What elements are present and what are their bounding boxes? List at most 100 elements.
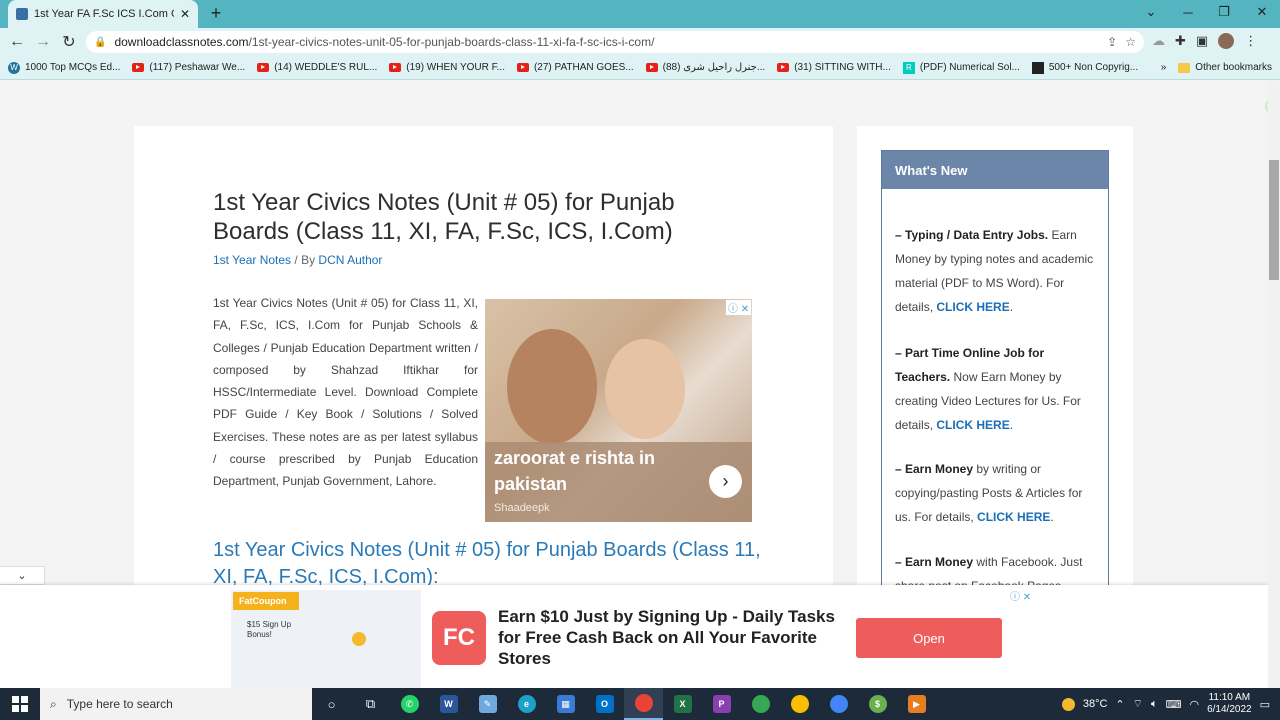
- ad-person-right: [605, 339, 685, 439]
- extensions-puzzle-icon[interactable]: ✚: [1175, 33, 1186, 49]
- close-window-icon[interactable]: ✕: [1244, 0, 1280, 24]
- bookmarks-bar: W 1000 Top MCQs Ed... (117) Peshawar We..…: [0, 56, 1280, 80]
- category-link[interactable]: 1st Year Notes: [213, 253, 291, 267]
- bookmark-star-icon[interactable]: ☆: [1125, 35, 1136, 49]
- ad-open-button[interactable]: Open: [856, 618, 1002, 658]
- cortana-icon[interactable]: ○: [312, 688, 351, 720]
- bookmark-item[interactable]: W 1000 Top MCQs Ed...: [8, 61, 120, 74]
- volume-icon[interactable]: 🔈︎: [1151, 698, 1158, 711]
- profile-avatar[interactable]: [1218, 33, 1235, 49]
- minimize-icon[interactable]: ─: [1170, 0, 1206, 24]
- bookmark-item[interactable]: R (PDF) Numerical Sol...: [902, 61, 1020, 74]
- money-app-icon[interactable]: $: [858, 688, 897, 720]
- chrome-profile-2-icon[interactable]: [780, 688, 819, 720]
- folder-icon: [1178, 62, 1191, 73]
- excel-icon[interactable]: X: [663, 688, 702, 720]
- click-here-link[interactable]: CLICK HERE: [936, 300, 1009, 314]
- search-placeholder: Type here to search: [66, 697, 173, 711]
- close-tab-icon[interactable]: ✕: [180, 7, 190, 21]
- clock-time: 11:10 AM: [1208, 692, 1251, 703]
- weather-sun-icon[interactable]: [1061, 697, 1075, 711]
- scrollbar-thumb[interactable]: [1269, 160, 1279, 280]
- windows-start-icon[interactable]: [0, 688, 40, 720]
- recorder-app-icon[interactable]: ▶: [897, 688, 936, 720]
- new-tab-button[interactable]: +: [206, 3, 226, 23]
- site-favicon-icon: [16, 8, 28, 20]
- youtube-icon: [389, 63, 402, 72]
- author-link[interactable]: DCN Author: [318, 253, 382, 267]
- ad-logo[interactable]: FC: [432, 611, 486, 665]
- bookmark-item[interactable]: (31) SITTING WITH...: [777, 62, 891, 73]
- whatsapp-icon[interactable]: ✆: [390, 688, 429, 720]
- clock[interactable]: 11:10 AM 6/14/2022: [1207, 692, 1252, 716]
- article-title: 1st Year Civics Notes (Unit # 05) for Pu…: [213, 189, 675, 245]
- wordpress-icon: W: [8, 61, 20, 74]
- store-icon[interactable]: ▦: [546, 688, 585, 720]
- youtube-icon: [132, 63, 145, 72]
- whats-new-item: – Earn Money by writing or copying/pasti…: [895, 462, 1083, 524]
- url-host: downloadclassnotes.com: [114, 35, 249, 49]
- menu-kebab-icon[interactable]: ⋮: [1244, 33, 1257, 49]
- address-bar[interactable]: 🔒 downloadclassnotes.com/1st-year-civics…: [86, 31, 1144, 53]
- browser-tab[interactable]: 1st Year FA F.Sc ICS I.Com Class- ✕: [8, 0, 198, 28]
- bookmark-item[interactable]: (14) WEDDLE'S RUL...: [257, 62, 377, 73]
- edge-icon[interactable]: e: [507, 688, 546, 720]
- chrome-profile-icon[interactable]: [741, 688, 780, 720]
- youtube-icon: [516, 63, 529, 72]
- lock-icon: 🔒: [94, 36, 107, 48]
- article-meta: 1st Year Notes / By DCN Author: [213, 253, 382, 267]
- pdf-app-icon[interactable]: P: [702, 688, 741, 720]
- whats-new-item: – Earn Money with Facebook. Just share p…: [895, 555, 1083, 585]
- tab-title: 1st Year FA F.Sc ICS I.Com Class-: [34, 8, 174, 20]
- paint-icon[interactable]: ✎: [468, 688, 507, 720]
- inline-ad-close-icon[interactable]: ⓘ ✕: [726, 300, 752, 315]
- clock-date: 6/14/2022: [1207, 704, 1252, 715]
- maximize-icon[interactable]: ❐: [1206, 0, 1242, 24]
- bookmark-item[interactable]: (19) WHEN YOUR F...: [389, 62, 505, 73]
- task-view-icon[interactable]: ⧉: [351, 688, 390, 720]
- page-icon: [1031, 61, 1044, 74]
- youtube-icon: [777, 63, 790, 72]
- ad-close-icon[interactable]: ⓘ ✕: [1010, 588, 1031, 603]
- chrome-profile-3-icon[interactable]: [819, 688, 858, 720]
- network-icon[interactable]: ⌔: [1133, 697, 1143, 711]
- meta-separator: / By: [291, 253, 319, 267]
- bookmark-item[interactable]: 500+ Non Copyrig...: [1031, 61, 1138, 74]
- language-icon[interactable]: ⌨: [1166, 698, 1182, 711]
- temperature[interactable]: 38°C: [1083, 698, 1108, 710]
- bookmark-item[interactable]: (88) جنرل راحیل شری...: [645, 62, 765, 73]
- whats-new-item: – Part Time Online Job for Teachers. Now…: [895, 346, 1081, 432]
- tray-chevron-icon[interactable]: ⌃: [1115, 698, 1124, 711]
- tab-search-icon[interactable]: ⌄: [1133, 0, 1169, 24]
- ad-headline[interactable]: Earn $10 Just by Signing Up - Daily Task…: [498, 606, 858, 669]
- other-bookmarks-folder[interactable]: Other bookmarks: [1178, 62, 1272, 73]
- click-here-link[interactable]: CLICK HERE: [977, 510, 1050, 524]
- inline-ad-arrow-button[interactable]: ›: [709, 465, 742, 498]
- wifi-icon[interactable]: ◠: [1189, 698, 1199, 711]
- taskbar-search-box[interactable]: ⌕ Type here to search: [40, 688, 312, 720]
- whats-new-item: – Typing / Data Entry Jobs. Earn Money b…: [895, 228, 1094, 314]
- back-arrow-icon[interactable]: ←: [4, 29, 30, 55]
- article-intro: 1st Year Civics Notes (Unit # 05) for Cl…: [213, 296, 478, 489]
- ad-person-left: [507, 329, 597, 444]
- whats-new-heading: What's New: [882, 151, 1108, 189]
- reload-icon[interactable]: ↻: [56, 29, 82, 55]
- extension-cloud-icon[interactable]: ☁: [1152, 33, 1165, 49]
- collapse-ad-button[interactable]: ⌄: [0, 566, 45, 585]
- share-icon[interactable]: ⇪: [1107, 35, 1117, 49]
- inline-ad-source: Shaadeepk: [494, 502, 550, 514]
- youtube-icon: [645, 63, 658, 72]
- notifications-icon[interactable]: ▭: [1260, 698, 1270, 711]
- click-here-link[interactable]: CLICK HERE: [936, 418, 1009, 432]
- chrome-icon[interactable]: [624, 688, 663, 720]
- more-bookmarks-chevron[interactable]: »: [1161, 62, 1167, 73]
- researchgate-icon: R: [902, 61, 915, 74]
- forward-arrow-icon[interactable]: →: [30, 29, 56, 55]
- word-icon[interactable]: W: [429, 688, 468, 720]
- side-panel-icon[interactable]: ▣: [1196, 33, 1208, 49]
- bookmark-item[interactable]: (27) PATHAN GOES...: [516, 62, 634, 73]
- coin-icon: [352, 632, 366, 646]
- outlook-icon[interactable]: O: [585, 688, 624, 720]
- bookmark-item[interactable]: (117) Peshawar We...: [132, 62, 245, 73]
- inline-ad-headline[interactable]: zaroorat e rishta in pakistan: [494, 445, 694, 497]
